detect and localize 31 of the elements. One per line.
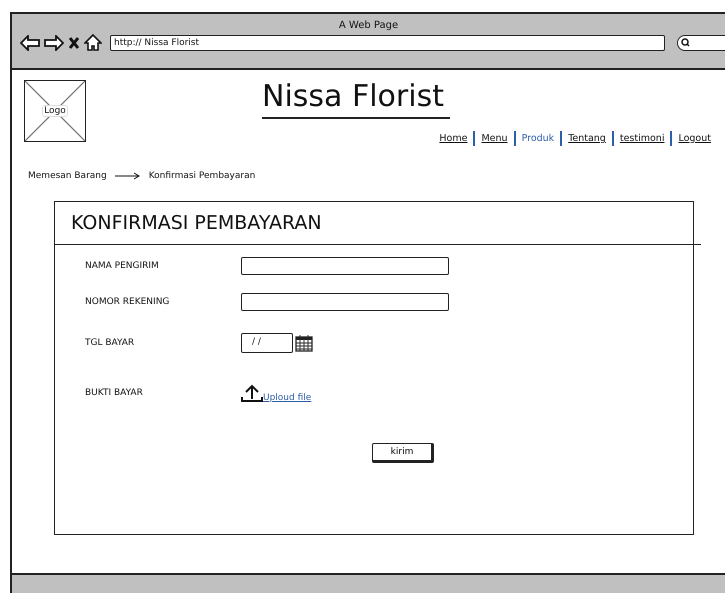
- submit-button[interactable]: kirim: [372, 443, 434, 463]
- upload-file-link[interactable]: Uploud file: [263, 393, 312, 403]
- breadcrumb-item[interactable]: Memesan Barang: [28, 171, 107, 181]
- nav-link[interactable]: testimoni: [616, 133, 668, 144]
- window-title: A Web Page: [338, 20, 398, 31]
- date-input-field[interactable]: / /: [241, 333, 293, 353]
- site-title: Nissa Florist: [262, 80, 450, 119]
- arrow-icon: [114, 172, 141, 180]
- logo-label: Logo: [42, 105, 68, 117]
- nav-link[interactable]: Tentang: [564, 133, 610, 144]
- breadcrumb-item[interactable]: Konfirmasi Pembayaran: [148, 171, 256, 181]
- nav-link[interactable]: Logout: [674, 133, 715, 144]
- back-icon[interactable]: [20, 34, 40, 50]
- address-bar[interactable]: http:// Nissa Florist: [110, 34, 665, 50]
- field-label: NAMA PENGIRIM: [85, 261, 160, 271]
- text-input-field[interactable]: [241, 257, 449, 275]
- calendar-icon[interactable]: [295, 334, 313, 352]
- home-icon[interactable]: [84, 34, 102, 51]
- form-title: KONFIRMASI PEMBAYARAN: [55, 202, 701, 245]
- field-label: TGL BAYAR: [85, 338, 136, 348]
- nav-link[interactable]: Home: [435, 133, 472, 144]
- close-icon[interactable]: [68, 36, 80, 50]
- text-input-field[interactable]: [241, 293, 449, 311]
- upload-icon[interactable]: [241, 383, 263, 403]
- field-label: NOMOR REKENING: [85, 297, 170, 307]
- field-label: BUKTI BAYAR: [85, 388, 144, 398]
- nav-link[interactable]: Produk: [518, 133, 558, 144]
- search-field[interactable]: [677, 34, 725, 50]
- search-icon: [681, 38, 690, 47]
- forward-icon[interactable]: [44, 34, 64, 50]
- nav-link[interactable]: Menu: [477, 133, 512, 144]
